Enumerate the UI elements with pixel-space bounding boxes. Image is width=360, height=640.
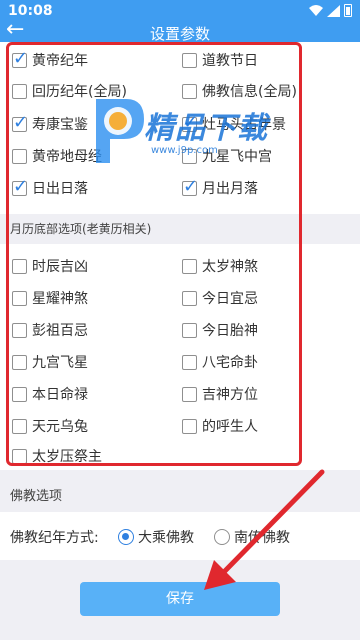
option-xingyao-shensha[interactable]: 星耀神煞 <box>12 288 88 308</box>
option-label: 今日宜忌 <box>202 291 258 307</box>
option-label: 彭祖百忌 <box>32 323 88 339</box>
radio-label: 南传佛教 <box>234 530 290 546</box>
status-icons <box>309 4 352 17</box>
option-taisui-jizhu[interactable]: 太岁压祭主 <box>12 448 102 464</box>
option-label: 寿康宝鉴 <box>32 117 88 133</box>
option-shichen[interactable]: 时辰吉凶 <box>12 256 88 276</box>
checkbox[interactable] <box>182 418 197 434</box>
option-hijri-year[interactable]: 回历纪年(全局) <box>12 81 127 101</box>
checkbox[interactable] <box>182 322 197 338</box>
option-label: 九宫飞星 <box>32 355 88 371</box>
checkbox[interactable] <box>182 354 197 370</box>
option-label: 日出日落 <box>32 181 88 197</box>
checkbox[interactable] <box>12 258 27 274</box>
option-taisui-shensha[interactable]: 太岁神煞 <box>182 256 258 276</box>
option-dimu-jing[interactable]: 黄帝地母经 <box>12 146 102 166</box>
status-bar: 10:08 <box>0 0 360 22</box>
option-jishen-fangwei[interactable]: 吉神方位 <box>182 384 258 404</box>
checkbox[interactable] <box>182 290 197 306</box>
option-label: 太岁压祭主 <box>32 449 102 464</box>
checkbox[interactable] <box>12 176 28 197</box>
checkbox[interactable] <box>12 148 27 164</box>
option-label: 的呼生人 <box>202 419 258 435</box>
option-today-taishen[interactable]: 今日胎神 <box>182 320 258 340</box>
buddhist-year-label: 佛教纪年方式: <box>10 530 99 546</box>
checkbox[interactable] <box>182 148 197 164</box>
option-label: 黄帝地母经 <box>32 149 102 165</box>
buddhist-section-header: 佛教选项 <box>0 482 360 512</box>
option-label: 道教节日 <box>202 53 258 69</box>
option-label: 本日命禄 <box>32 387 88 403</box>
wifi-icon <box>309 4 323 16</box>
option-label: 灶马头占年景 <box>202 117 286 133</box>
option-bazhai-minggua[interactable]: 八宅命卦 <box>182 352 258 372</box>
checkbox[interactable] <box>182 176 198 197</box>
lunar-section-header: 月历底部选项(老黄历相关) <box>0 214 360 244</box>
checkbox[interactable] <box>12 354 27 370</box>
option-label: 星耀神煞 <box>32 291 88 307</box>
checkbox[interactable] <box>12 448 27 464</box>
option-huangdi-year[interactable]: 黄帝纪年 <box>12 48 88 70</box>
option-label: 八宅命卦 <box>202 355 258 371</box>
option-buddhist-info[interactable]: 佛教信息(全局) <box>182 81 297 101</box>
option-label: 时辰吉凶 <box>32 259 88 275</box>
checkbox[interactable] <box>12 48 28 69</box>
option-shoukang-baojian[interactable]: 寿康宝鉴 <box>12 112 88 134</box>
option-pengzu-baiji[interactable]: 彭祖百忌 <box>12 320 88 340</box>
checkbox[interactable] <box>182 112 198 133</box>
checkbox[interactable] <box>182 52 197 68</box>
option-label: 天元乌兔 <box>32 419 88 435</box>
checkbox[interactable] <box>182 83 197 99</box>
page-title: 设置参数 <box>149 25 210 43</box>
option-label: 黄帝纪年 <box>32 53 88 69</box>
checkbox[interactable] <box>182 258 197 274</box>
option-benri-minglu[interactable]: 本日命禄 <box>12 384 88 404</box>
checkbox[interactable] <box>12 386 27 402</box>
checkbox[interactable] <box>12 322 27 338</box>
option-label: 佛教信息(全局) <box>202 84 297 100</box>
checkbox[interactable] <box>12 112 28 133</box>
radio-button[interactable] <box>118 529 134 545</box>
lunar-options-card: 时辰吉凶 太岁神煞 星耀神煞 今日宜忌 彭祖百忌 今日胎神 九宫飞星 八宅命卦 … <box>0 244 360 470</box>
radio-button[interactable] <box>214 529 230 545</box>
option-nine-star[interactable]: 九星飞中宫 <box>182 146 272 166</box>
radio-theravada[interactable]: 南传佛教 <box>214 527 290 547</box>
radio-mahayana[interactable]: 大乘佛教 <box>118 527 194 547</box>
checkbox[interactable] <box>12 418 27 434</box>
option-label: 月出月落 <box>202 181 258 197</box>
signal-icon <box>327 4 340 17</box>
save-button[interactable]: 保存 <box>80 582 280 616</box>
option-label: 回历纪年(全局) <box>32 84 127 100</box>
radio-label: 大乘佛教 <box>138 530 194 546</box>
option-label: 今日胎神 <box>202 323 258 339</box>
option-label: 吉神方位 <box>202 387 258 403</box>
option-dihu-shengren[interactable]: 的呼生人 <box>182 416 258 436</box>
option-zaoma-year[interactable]: 灶马头占年景 <box>182 112 286 134</box>
buddhist-options-card: 佛教纪年方式: 大乘佛教 南传佛教 <box>0 512 360 560</box>
option-moonrise-moonset[interactable]: 月出月落 <box>182 176 258 198</box>
option-nine-palace[interactable]: 九宫飞星 <box>12 352 88 372</box>
option-label: 九星飞中宫 <box>202 149 272 165</box>
option-taoist-festivals[interactable]: 道教节日 <box>182 50 258 70</box>
app-bar: ← 设置参数 <box>0 19 360 43</box>
checkbox[interactable] <box>182 386 197 402</box>
primary-options-card: 黄帝纪年 道教节日 回历纪年(全局) 佛教信息(全局) 寿康宝鉴 灶马头占年景 … <box>0 42 360 214</box>
option-tianyuan-wutu[interactable]: 天元乌兔 <box>12 416 88 436</box>
option-label: 太岁神煞 <box>202 259 258 275</box>
battery-icon <box>344 4 352 17</box>
option-sunrise-sunset[interactable]: 日出日落 <box>12 176 88 198</box>
checkbox[interactable] <box>12 83 27 99</box>
checkbox[interactable] <box>12 290 27 306</box>
option-today-yiji[interactable]: 今日宜忌 <box>182 288 258 308</box>
